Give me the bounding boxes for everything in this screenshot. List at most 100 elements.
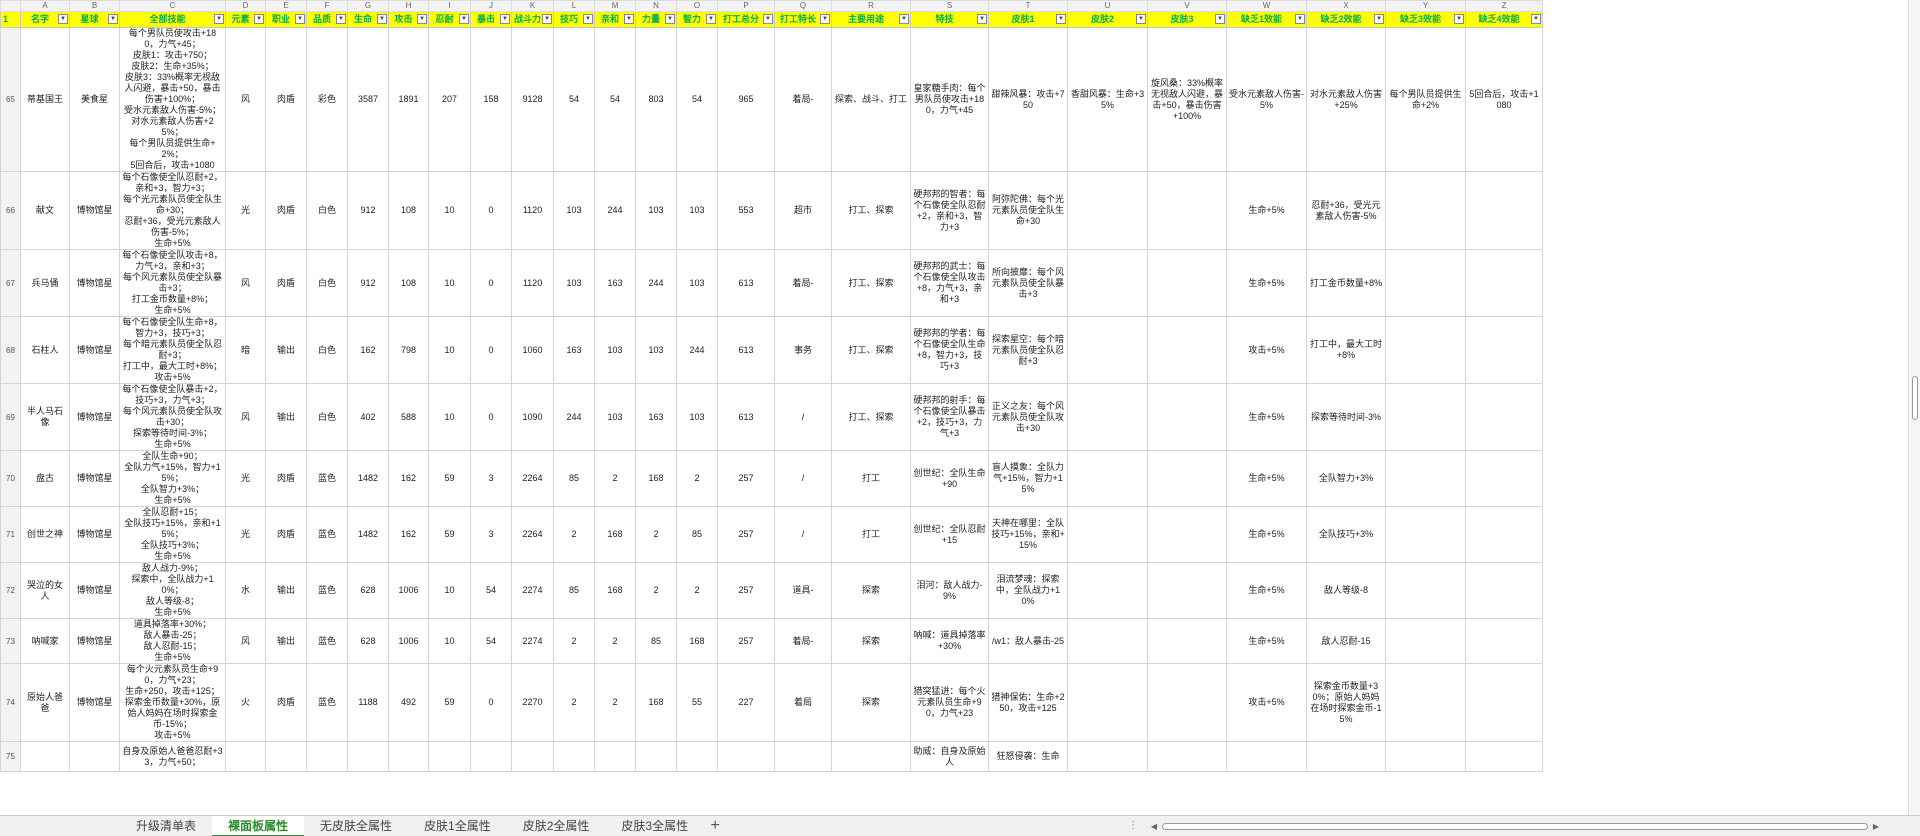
table-cell[interactable]: 3: [470, 450, 513, 507]
table-cell[interactable]: [1385, 450, 1467, 507]
row-number[interactable]: 70: [0, 450, 22, 507]
table-cell[interactable]: 暗: [225, 316, 267, 384]
table-cell[interactable]: 风: [225, 383, 267, 451]
table-cell[interactable]: 全队生命+90； 全队力气+15%，智力+15%； 全队智力+3%； 生命+5%: [119, 450, 227, 507]
row-number[interactable]: 66: [0, 171, 22, 250]
dropdown-filter-icon[interactable]: ▼: [336, 14, 347, 24]
table-cell[interactable]: 创世之神: [20, 506, 71, 563]
table-cell[interactable]: 244: [676, 316, 719, 384]
table-cell[interactable]: 白色: [306, 383, 349, 451]
table-cell[interactable]: [511, 741, 555, 772]
dropdown-filter-icon[interactable]: ▼: [899, 14, 910, 24]
column-letter-q[interactable]: Q: [774, 0, 833, 12]
table-cell[interactable]: 2: [594, 618, 637, 664]
table-cell[interactable]: 蓝色: [306, 506, 349, 563]
table-cell[interactable]: 912: [347, 249, 390, 317]
table-cell[interactable]: 492: [388, 663, 430, 742]
table-cell[interactable]: 54: [553, 27, 596, 172]
table-cell[interactable]: [1147, 383, 1228, 451]
table-cell[interactable]: 162: [347, 316, 390, 384]
table-cell[interactable]: [1385, 316, 1467, 384]
table-cell[interactable]: 蓝色: [306, 562, 349, 619]
table-cell[interactable]: 103: [553, 171, 596, 250]
table-cell[interactable]: 628: [347, 618, 390, 664]
table-cell[interactable]: 着局: [774, 663, 833, 742]
table-cell[interactable]: 生命+5%: [1226, 249, 1308, 317]
table-cell[interactable]: 肉盾: [265, 450, 308, 507]
row-number[interactable]: 72: [0, 562, 22, 619]
table-cell[interactable]: 10: [428, 171, 472, 250]
table-cell[interactable]: 162: [388, 450, 430, 507]
table-cell[interactable]: 生命+5%: [1226, 450, 1308, 507]
table-cell[interactable]: 0: [470, 663, 513, 742]
table-cell[interactable]: [1306, 741, 1387, 772]
header-cell[interactable]: 缺乏4效能 ▼: [1465, 11, 1544, 28]
table-cell[interactable]: 1006: [388, 562, 430, 619]
header-cell[interactable]: 元素 ▼: [225, 11, 267, 28]
table-cell[interactable]: 泪河：敌人战力-9%: [910, 562, 990, 619]
table-cell[interactable]: 5回合后，攻击+1080: [1465, 27, 1544, 172]
table-cell[interactable]: [1147, 171, 1228, 250]
table-cell[interactable]: 博物馆星: [69, 450, 121, 507]
table-cell[interactable]: [1465, 249, 1544, 317]
table-cell[interactable]: 博物馆星: [69, 562, 121, 619]
table-cell[interactable]: 敌人忍耐-15: [1306, 618, 1387, 664]
column-letter-u[interactable]: U: [1067, 0, 1149, 12]
table-cell[interactable]: 每个石像使全队攻击+8，力气+3，亲和+3； 每个风元素队员使全队暴击+3； 打…: [119, 249, 227, 317]
table-cell[interactable]: 石柱人: [20, 316, 71, 384]
table-cell[interactable]: 1060: [511, 316, 555, 384]
table-cell[interactable]: 敌人战力-9%； 探索中，全队战力+10%； 敌人等级-8； 生命+5%: [119, 562, 227, 619]
table-cell[interactable]: [1147, 663, 1228, 742]
column-letter-c[interactable]: C: [119, 0, 227, 12]
horizontal-scrollbar[interactable]: ◀ ▶: [1148, 820, 1882, 833]
table-cell[interactable]: 半人马石像: [20, 383, 71, 451]
table-cell[interactable]: 打工、探索: [831, 316, 912, 384]
table-cell[interactable]: 168: [635, 663, 678, 742]
table-cell[interactable]: [69, 741, 121, 772]
table-cell[interactable]: 彩色: [306, 27, 349, 172]
table-cell[interactable]: 受水元素敌人伤害-5%: [1226, 27, 1308, 172]
table-cell[interactable]: 硬邦邦的智者：每个石像使全队忍耐+2，亲和+3，智力+3: [910, 171, 990, 250]
header-cell[interactable]: 亲和 ▼: [594, 11, 637, 28]
dropdown-filter-icon[interactable]: ▼: [1531, 14, 1542, 24]
table-cell[interactable]: [1067, 618, 1149, 664]
header-cell[interactable]: 名字 ▼: [20, 11, 71, 28]
table-cell[interactable]: 244: [553, 383, 596, 451]
table-cell[interactable]: [553, 741, 596, 772]
column-letter-e[interactable]: E: [265, 0, 308, 12]
table-cell[interactable]: 158: [470, 27, 513, 172]
table-cell[interactable]: 自身及原始人爸爸忍耐+33，力气+50；: [119, 741, 227, 772]
table-cell[interactable]: 肉盾: [265, 171, 308, 250]
sheet-tab[interactable]: 皮肤3全属性: [605, 816, 704, 836]
table-cell[interactable]: 10: [428, 316, 472, 384]
table-cell[interactable]: /: [774, 383, 833, 451]
dropdown-filter-icon[interactable]: ▼: [706, 14, 717, 24]
header-cell[interactable]: 全部技能 ▼: [119, 11, 227, 28]
sheet-tab[interactable]: 皮肤1全属性: [408, 816, 507, 836]
table-cell[interactable]: 588: [388, 383, 430, 451]
table-cell[interactable]: 蓝色: [306, 618, 349, 664]
table-cell[interactable]: 798: [388, 316, 430, 384]
dropdown-filter-icon[interactable]: ▼: [1136, 14, 1147, 24]
table-cell[interactable]: 2: [635, 506, 678, 563]
table-cell[interactable]: 生命+5%: [1226, 618, 1308, 664]
table-cell[interactable]: 1188: [347, 663, 390, 742]
table-cell[interactable]: 54: [676, 27, 719, 172]
dropdown-filter-icon[interactable]: ▼: [214, 14, 225, 24]
table-cell[interactable]: [676, 741, 719, 772]
table-cell[interactable]: [1226, 741, 1308, 772]
column-letter-i[interactable]: I: [428, 0, 472, 12]
table-cell[interactable]: 2264: [511, 450, 555, 507]
table-cell[interactable]: 168: [594, 562, 637, 619]
table-cell[interactable]: 全队技巧+3%: [1306, 506, 1387, 563]
header-cell[interactable]: 忍耐 ▼: [428, 11, 472, 28]
table-cell[interactable]: [20, 741, 71, 772]
table-cell[interactable]: 10: [428, 562, 472, 619]
table-cell[interactable]: 蒂基国王: [20, 27, 71, 172]
table-cell[interactable]: 哭泣的女人: [20, 562, 71, 619]
sheet-tab[interactable]: 裸面板属性: [212, 816, 305, 836]
table-cell[interactable]: 103: [676, 383, 719, 451]
column-letter-b[interactable]: B: [69, 0, 121, 12]
horizontal-scroll-thumb[interactable]: [1162, 823, 1868, 830]
table-cell[interactable]: 猎突猛进：每个火元素队员生命+90，力气+23: [910, 663, 990, 742]
